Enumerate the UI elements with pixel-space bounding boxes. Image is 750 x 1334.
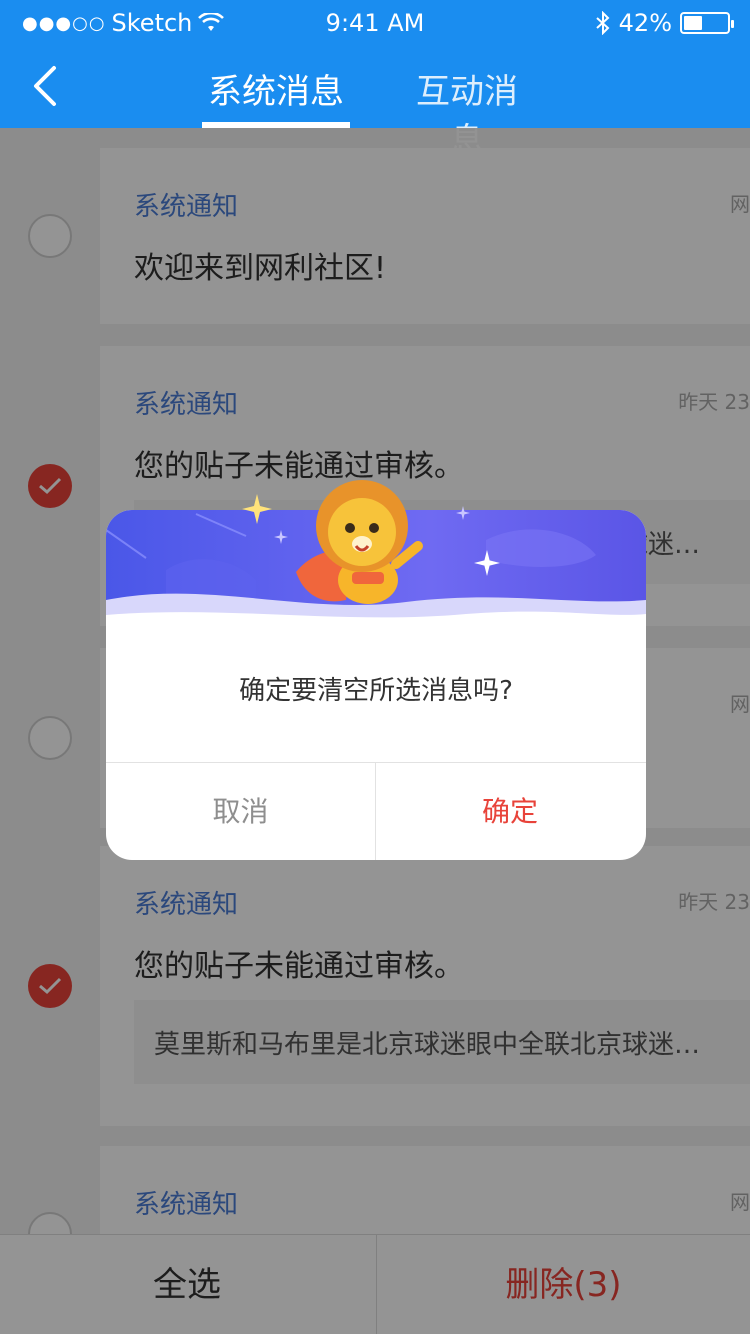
confirm-dialog: 确定要清空所选消息吗? 取消 确定 bbox=[106, 480, 646, 860]
battery-fill bbox=[684, 16, 702, 30]
confirm-button[interactable]: 确定 bbox=[375, 763, 644, 860]
sparkle-icon bbox=[242, 494, 272, 524]
sparkle-icon bbox=[474, 550, 500, 576]
tab-label: 系统消息 bbox=[208, 72, 344, 112]
back-icon[interactable] bbox=[28, 62, 68, 110]
top-bar: ●●●○○ Sketch 9:41 AM 42% 系统消息 互动消息 bbox=[0, 0, 750, 161]
tab-system-messages[interactable]: 系统消息 bbox=[202, 64, 350, 128]
tab-interactive-messages[interactable]: 互动消息 bbox=[402, 64, 532, 161]
battery-percent: 42% bbox=[618, 9, 672, 37]
status-bar: ●●●○○ Sketch 9:41 AM 42% bbox=[0, 0, 750, 44]
battery-icon bbox=[680, 12, 734, 34]
cancel-button[interactable]: 取消 bbox=[106, 763, 375, 860]
lion-mascot-icon bbox=[296, 480, 423, 604]
nav-bar: 系统消息 互动消息 bbox=[0, 44, 750, 161]
dialog-message: 确定要清空所选消息吗? bbox=[239, 676, 513, 706]
status-right: 42% bbox=[595, 9, 734, 37]
sparkle-icon bbox=[274, 530, 288, 544]
bluetooth-icon bbox=[595, 11, 610, 35]
sparkle-icon bbox=[456, 506, 470, 520]
